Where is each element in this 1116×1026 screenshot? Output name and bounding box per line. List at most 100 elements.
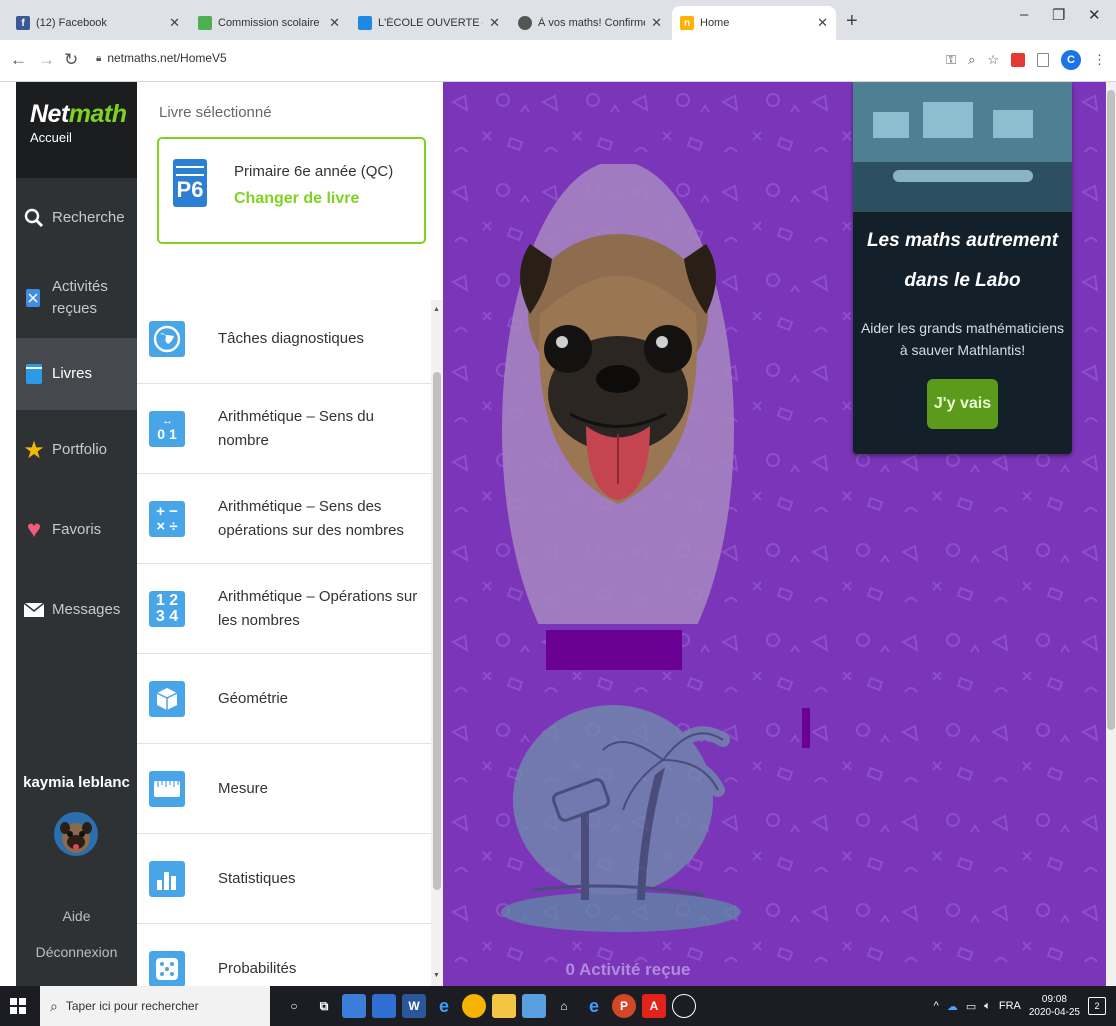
operations-icon: + − × ÷ (149, 500, 185, 537)
sidebar-item-portfolio[interactable]: ★ Portfolio (16, 410, 137, 490)
bookmark-star-icon[interactable]: ☆ (987, 52, 999, 68)
chapter-item[interactable]: Tâches diagnostiques (137, 294, 431, 384)
close-tab-icon[interactable]: ✕ (489, 15, 500, 31)
taskbar-search-placeholder: Taper ici pour rechercher (65, 999, 199, 1013)
chapter-item[interactable]: Géométrie (137, 654, 431, 744)
app-icon[interactable] (522, 994, 546, 1018)
app-icon[interactable] (342, 994, 366, 1018)
tab-facebook[interactable]: f (12) Facebook ✕ (8, 6, 188, 40)
battery-icon[interactable]: ▭ (966, 1000, 976, 1013)
chapter-item[interactable]: + − × ÷ Arithmétique – Sens des opération… (137, 474, 431, 564)
main-dashboard: 0 Activité reçue Les maths autrement dan… (443, 82, 1106, 986)
taskbar-search-box[interactable]: ⌕ Taper ici pour rechercher (40, 986, 270, 1026)
sidebar-item-label: Messages (52, 601, 121, 619)
edge-icon[interactable]: e (582, 994, 606, 1018)
labo-title-line-1: Les maths autrement (866, 230, 1059, 251)
activities-received-count[interactable]: 0 Activité reçue (503, 960, 753, 980)
store-icon[interactable]: ⌂ (552, 994, 576, 1018)
volume-icon[interactable]: 🔈︎ (984, 1000, 991, 1013)
new-tab-icon[interactable]: + (846, 10, 858, 33)
close-tab-icon[interactable]: ✕ (817, 15, 828, 31)
tab-commission-scolaire[interactable]: Commission scolaire des Trois-La ✕ (190, 6, 348, 40)
labo-description-line-1: Aider les grands mathématiciens (860, 320, 1065, 336)
facebook-favicon-icon: f (16, 16, 30, 30)
onedrive-icon[interactable]: ☁ (947, 1000, 958, 1013)
sidebar-item-label: Livres (52, 365, 93, 383)
ruler-icon (149, 770, 185, 807)
sidebar-item-favoris[interactable]: ♥ Favoris (16, 490, 137, 570)
scroll-down-icon[interactable]: ▼ (433, 972, 440, 979)
windows-taskbar: ⌕ Taper ici pour rechercher ○ ⧉ W e ⌂ e … (0, 986, 1116, 1026)
name-banner (546, 630, 682, 670)
chapter-title: Probabilités (218, 959, 297, 977)
minimize-icon[interactable]: – (1020, 6, 1028, 23)
change-book-link[interactable]: Changer de livre (234, 190, 359, 208)
envelope-icon (22, 598, 46, 622)
sidebar-item-messages[interactable]: Messages (16, 570, 137, 650)
help-link[interactable]: Aide (16, 908, 137, 924)
activities-icon (22, 286, 46, 310)
cortana-icon[interactable]: ○ (282, 994, 306, 1018)
chevron-up-icon[interactable]: ^ (934, 1000, 939, 1012)
scroll-up-icon[interactable]: ▲ (433, 306, 440, 313)
zoom-icon[interactable]: ⌕ (968, 52, 975, 68)
home-label: Accueil (30, 130, 72, 145)
chapter-item[interactable]: Mesure (137, 744, 431, 834)
file-explorer-icon[interactable] (492, 994, 516, 1018)
pdf-extension-icon[interactable] (1011, 53, 1025, 67)
scolab-favicon-icon (518, 16, 532, 30)
reload-icon[interactable]: ↻ (64, 50, 78, 70)
sidebar-item-recherche[interactable]: Recherche (16, 178, 137, 258)
menu-kebab-icon[interactable]: ⋮ (1093, 52, 1106, 68)
labo-description-line-2: à sauver Mathlantis! (899, 342, 1026, 358)
document-extension-icon[interactable] (1037, 53, 1049, 67)
forward-icon[interactable]: → (38, 50, 55, 70)
edge-icon[interactable]: e (432, 994, 456, 1018)
chapter-item[interactable]: ↔ 0 1 Arithmétique – Sens du nombre (137, 384, 431, 474)
tab-title: L'ÉCOLE OUVERTE – PRIMAIRE (378, 17, 483, 29)
profile-avatar[interactable]: C (1061, 50, 1081, 70)
page-scrollbar-thumb[interactable] (1107, 90, 1115, 730)
chapter-item[interactable]: Statistiques (137, 834, 431, 924)
windows-start-icon[interactable] (10, 998, 26, 1014)
app-icon[interactable] (672, 994, 696, 1018)
labo-go-button[interactable]: J'y vais (927, 379, 998, 429)
chrome-icon[interactable] (462, 994, 486, 1018)
search-icon: ⌕ (50, 997, 58, 1014)
tab-ecole-ouverte[interactable]: L'ÉCOLE OUVERTE – PRIMAIRE ✕ (350, 6, 508, 40)
logout-link[interactable]: Déconnexion (16, 944, 137, 960)
language-indicator[interactable]: FRA (999, 1000, 1021, 1012)
app-icon[interactable] (372, 994, 396, 1018)
restore-icon[interactable]: ❐ (1052, 6, 1065, 24)
sidebar-item-livres[interactable]: Livres (16, 338, 137, 410)
chapter-item[interactable]: Probabilités (137, 924, 431, 986)
chapter-scrollbar-thumb[interactable] (433, 372, 441, 890)
chapter-title: Mesure (218, 779, 269, 797)
tab-scolab[interactable]: À vos maths! Confirmé - Scolab ✕ (510, 6, 670, 40)
tab-home[interactable]: n Home ✕ (672, 6, 836, 40)
brand-home[interactable]: Netmath Accueil (16, 82, 137, 178)
close-tab-icon[interactable]: ✕ (651, 15, 662, 31)
back-icon[interactable]: ← (10, 50, 27, 70)
sidebar-item-activites-recues[interactable]: Activités reçues (16, 258, 137, 338)
window-close-icon[interactable]: ✕ (1088, 6, 1101, 24)
word-icon[interactable]: W (402, 994, 426, 1018)
taskbar-clock[interactable]: 09:08 2020-04-25 (1029, 993, 1080, 1020)
url-text: netmaths.net/HomeV5 (107, 51, 227, 65)
key-icon[interactable]: ⚿ (946, 52, 956, 68)
close-tab-icon[interactable]: ✕ (169, 15, 180, 31)
chapter-title: Statistiques (218, 869, 296, 887)
task-view-icon[interactable]: ⧉ (312, 994, 336, 1018)
close-tab-icon[interactable]: ✕ (329, 15, 340, 31)
url-field[interactable]: 🔒︎ netmaths.net/HomeV5 (96, 51, 227, 65)
powerpoint-icon[interactable]: P (612, 994, 636, 1018)
sidebar-item-label: Favoris (52, 521, 102, 539)
netmath-favicon-icon: n (680, 16, 694, 30)
chapter-item[interactable]: 1 23 4 Arithmétique – Opérations sur les… (137, 564, 431, 654)
acrobat-icon[interactable]: A (642, 994, 666, 1018)
tab-title: Commission scolaire des Trois-La (218, 17, 323, 29)
page-scrollbar[interactable] (1106, 82, 1116, 986)
notifications-icon[interactable]: 2 (1088, 997, 1106, 1015)
avatar[interactable] (54, 812, 98, 856)
chapter-list: Tâches diagnostiques ↔ 0 1 Arithmétique –… (137, 294, 431, 986)
